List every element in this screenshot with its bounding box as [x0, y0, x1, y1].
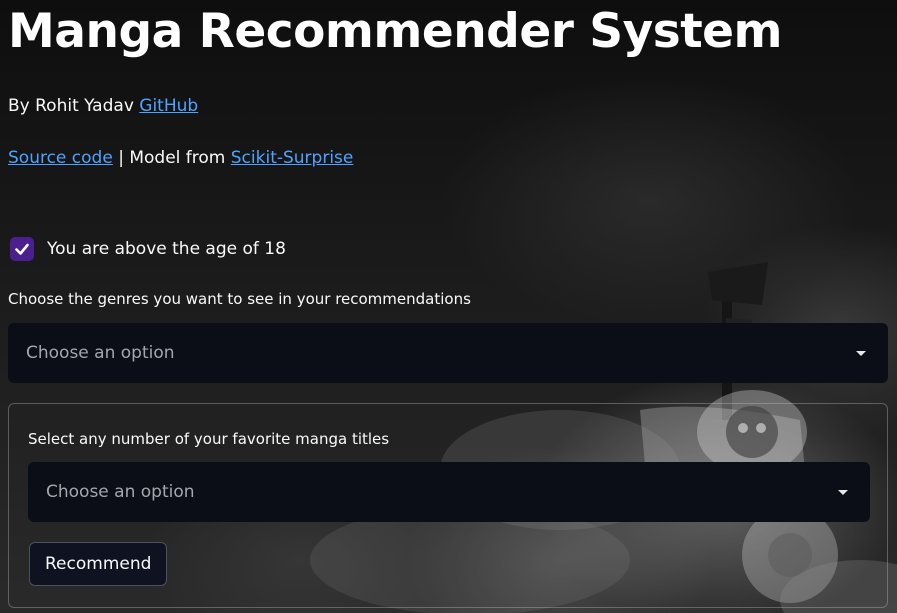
genres-select[interactable]: Choose an option — [8, 323, 888, 383]
age-checkbox-label: You are above the age of 18 — [47, 239, 286, 259]
author-text: By Rohit Yadav — [8, 96, 134, 116]
genres-select-placeholder: Choose an option — [26, 343, 175, 363]
recommend-form: Select any number of your favorite manga… — [8, 403, 888, 608]
github-link[interactable]: GitHub — [139, 96, 198, 116]
model-text: Model from — [129, 148, 231, 168]
age-checkbox[interactable] — [10, 237, 34, 261]
byline: By Rohit Yadav GitHub — [8, 96, 198, 116]
page-title: Manga Recommender System — [8, 4, 783, 59]
titles-select-placeholder: Choose an option — [46, 482, 195, 502]
separator: | — [112, 148, 130, 168]
source-line: Source code | Model from Scikit-Surprise — [8, 148, 353, 168]
titles-select[interactable]: Choose an option — [28, 462, 870, 522]
genres-label: Choose the genres you want to see in you… — [8, 290, 471, 308]
source-code-link[interactable]: Source code — [8, 148, 113, 168]
scikit-surprise-link[interactable]: Scikit-Surprise — [231, 148, 354, 168]
chevron-down-icon[interactable] — [838, 489, 848, 495]
chevron-down-icon[interactable] — [856, 350, 866, 356]
check-icon — [15, 243, 29, 255]
age-checkbox-row[interactable]: You are above the age of 18 — [10, 237, 286, 261]
recommend-button[interactable]: Recommend — [29, 542, 168, 586]
titles-label: Select any number of your favorite manga… — [28, 430, 390, 448]
